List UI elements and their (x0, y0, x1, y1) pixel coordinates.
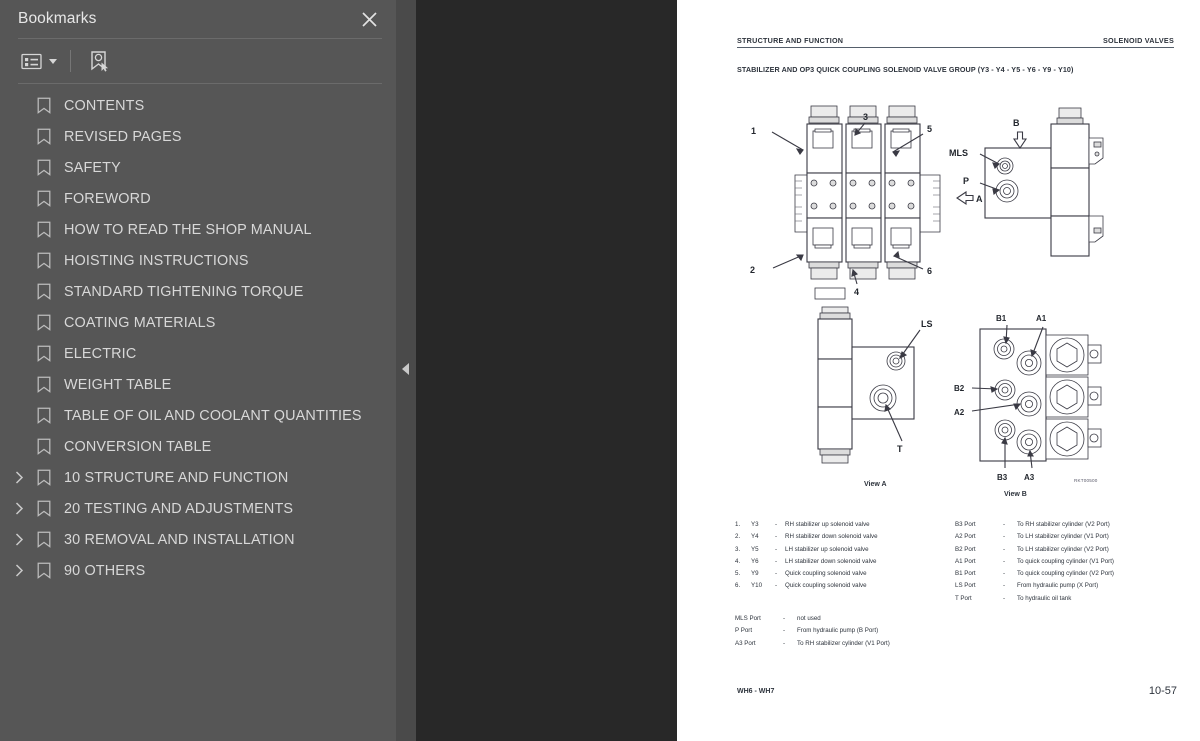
bookmark-icon (32, 407, 56, 424)
bookmark-item-label: 10 STRUCTURE AND FUNCTION (64, 469, 289, 486)
bookmarks-toolbar (0, 39, 396, 83)
chevron-down-icon[interactable] (49, 58, 57, 64)
bookmark-item[interactable]: FOREWORD (0, 183, 396, 214)
bookmark-item[interactable]: 10 STRUCTURE AND FUNCTION (0, 462, 396, 493)
bookmarks-panel-header: Bookmarks (0, 0, 396, 38)
bookmark-item-label: HOISTING INSTRUCTIONS (64, 252, 249, 269)
bookmark-icon (32, 128, 56, 145)
document-canvas[interactable] (416, 0, 1200, 741)
bookmark-icon (32, 562, 56, 579)
bookmark-item-label: ELECTRIC (64, 345, 137, 362)
bookmark-item[interactable]: SAFETY (0, 152, 396, 183)
bookmark-item[interactable]: 30 REMOVAL AND INSTALLATION (0, 524, 396, 555)
pdf-page (677, 0, 1200, 741)
pdf-viewer: Bookmarks CONTENTS REVISED PAGES SAFETY … (0, 0, 1200, 741)
bookmark-icon (32, 531, 56, 548)
bookmark-item-label: CONTENTS (64, 97, 145, 114)
bookmark-item-label: 30 REMOVAL AND INSTALLATION (64, 531, 295, 548)
bookmark-icon (32, 159, 56, 176)
panel-splitter[interactable] (396, 0, 416, 741)
chevron-right-icon[interactable] (8, 467, 30, 489)
bookmark-icon (32, 438, 56, 455)
toolbar-separator (70, 50, 71, 72)
bookmark-item-label: 90 OTHERS (64, 562, 146, 579)
bookmark-item-label: FOREWORD (64, 190, 151, 207)
bookmark-item-label: TABLE OF OIL AND COOLANT QUANTITIES (64, 407, 362, 424)
list-options-icon[interactable] (16, 46, 62, 76)
bookmark-icon (32, 345, 56, 362)
bookmark-item-label: SAFETY (64, 159, 121, 176)
collapse-left-arrow-icon[interactable] (402, 363, 409, 375)
bookmark-item[interactable]: HOW TO READ THE SHOP MANUAL (0, 214, 396, 245)
bookmark-item-label: WEIGHT TABLE (64, 376, 172, 393)
bookmark-item[interactable]: 20 TESTING AND ADJUSTMENTS (0, 493, 396, 524)
bookmark-icon (32, 500, 56, 517)
bookmark-icon (32, 469, 56, 486)
bookmark-item[interactable]: HOISTING INSTRUCTIONS (0, 245, 396, 276)
bookmarks-panel: Bookmarks CONTENTS REVISED PAGES SAFETY … (0, 0, 396, 741)
bookmark-icon (32, 314, 56, 331)
chevron-right-icon[interactable] (8, 498, 30, 520)
bookmark-item[interactable]: WEIGHT TABLE (0, 369, 396, 400)
bookmark-item[interactable]: ELECTRIC (0, 338, 396, 369)
close-icon[interactable] (356, 6, 382, 32)
bookmark-list[interactable]: CONTENTS REVISED PAGES SAFETY FOREWORD HOW T… (0, 84, 396, 741)
bookmark-item[interactable]: CONTENTS (0, 90, 396, 121)
bookmark-icon (32, 97, 56, 114)
bookmark-item[interactable]: REVISED PAGES (0, 121, 396, 152)
bookmark-icon (32, 252, 56, 269)
chevron-right-icon[interactable] (8, 529, 30, 551)
bookmark-item-label: CONVERSION TABLE (64, 438, 212, 455)
bookmark-item[interactable]: COATING MATERIALS (0, 307, 396, 338)
bookmark-item-label: HOW TO READ THE SHOP MANUAL (64, 221, 312, 238)
bookmarks-panel-title: Bookmarks (18, 10, 97, 27)
bookmark-item[interactable]: TABLE OF OIL AND COOLANT QUANTITIES (0, 400, 396, 431)
bookmark-item-label: COATING MATERIALS (64, 314, 216, 331)
new-bookmark-icon[interactable] (83, 46, 115, 76)
bookmark-item-label: STANDARD TIGHTENING TORQUE (64, 283, 304, 300)
bookmark-item[interactable]: STANDARD TIGHTENING TORQUE (0, 276, 396, 307)
bookmark-item[interactable]: CONVERSION TABLE (0, 431, 396, 462)
bookmark-icon (32, 376, 56, 393)
bookmark-item[interactable]: 90 OTHERS (0, 555, 396, 586)
chevron-right-icon[interactable] (8, 560, 30, 582)
bookmark-item-label: REVISED PAGES (64, 128, 182, 145)
bookmark-item-label: 20 TESTING AND ADJUSTMENTS (64, 500, 294, 517)
bookmark-icon (32, 190, 56, 207)
bookmark-icon (32, 221, 56, 238)
bookmark-icon (32, 283, 56, 300)
